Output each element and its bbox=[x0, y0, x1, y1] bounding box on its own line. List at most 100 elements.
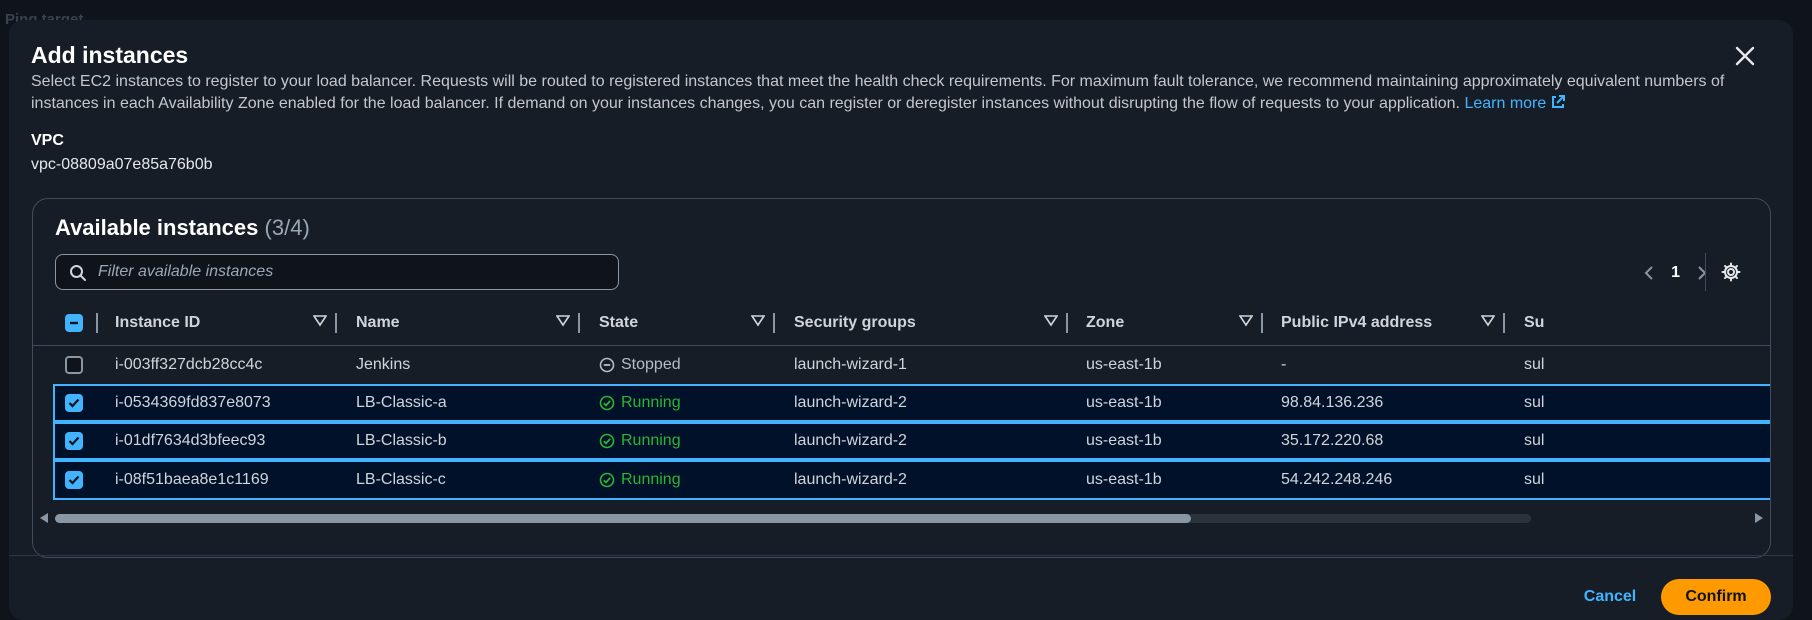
ipv4-cell: - bbox=[1281, 356, 1287, 373]
row-select-cell bbox=[65, 424, 83, 458]
col-name[interactable]: Name bbox=[356, 300, 400, 346]
checkmark-icon bbox=[68, 436, 80, 446]
row-checkbox[interactable] bbox=[65, 471, 83, 489]
scroll-right-icon[interactable] bbox=[1754, 512, 1764, 524]
zone-cell: us-east-1b bbox=[1086, 356, 1162, 373]
check-circle-icon bbox=[599, 433, 615, 449]
subnet-cell: sul bbox=[1524, 432, 1545, 449]
next-page-button[interactable] bbox=[1694, 261, 1710, 285]
sort-caret-icon[interactable] bbox=[556, 315, 570, 327]
table-row[interactable]: i-08f51baea8e1c1169 LB-Classic-c Running… bbox=[53, 460, 1770, 500]
instance-id-cell: i-003ff327dcb28cc4c bbox=[115, 356, 263, 373]
sort-caret-icon[interactable] bbox=[1481, 315, 1495, 327]
row-select-cell bbox=[65, 346, 83, 384]
col-instance-id[interactable]: Instance ID bbox=[115, 300, 200, 346]
state-label: Running bbox=[621, 394, 681, 411]
column-divider[interactable] bbox=[1261, 313, 1263, 333]
modal-title: Add instances bbox=[31, 42, 189, 68]
chevron-left-icon bbox=[1644, 266, 1653, 280]
row-checkbox[interactable] bbox=[65, 394, 83, 412]
name-cell: LB-Classic-a bbox=[356, 394, 447, 411]
table-row[interactable]: i-01df7634d3bfeec93 LB-Classic-b Running… bbox=[53, 422, 1770, 460]
name-cell: Jenkins bbox=[356, 356, 411, 373]
ipv4-cell: 54.242.248.246 bbox=[1281, 471, 1393, 488]
column-divider[interactable] bbox=[578, 313, 580, 333]
close-icon bbox=[1735, 46, 1755, 66]
state-cell: Running bbox=[599, 424, 681, 458]
ipv4-cell: 98.84.136.236 bbox=[1281, 394, 1384, 411]
row-select-cell bbox=[65, 386, 83, 420]
sort-caret-icon[interactable] bbox=[751, 315, 765, 327]
scroll-left-icon[interactable] bbox=[39, 512, 49, 524]
subnet-cell: sul bbox=[1524, 356, 1545, 373]
name-cell: LB-Classic-b bbox=[356, 432, 447, 449]
cancel-button[interactable]: Cancel bbox=[1565, 579, 1655, 615]
add-instances-modal: Add instances Select EC2 instances to re… bbox=[9, 20, 1793, 620]
zone-cell: us-east-1b bbox=[1086, 432, 1162, 449]
preferences-button[interactable] bbox=[1718, 259, 1744, 285]
column-divider[interactable] bbox=[1503, 313, 1505, 333]
state-label: Stopped bbox=[621, 356, 681, 373]
name-cell: LB-Classic-c bbox=[356, 471, 446, 488]
state-cell: Running bbox=[599, 386, 681, 420]
state-label: Running bbox=[621, 432, 681, 449]
check-circle-icon bbox=[599, 395, 615, 411]
vpc-value: vpc-08809a07e85a76b0b bbox=[31, 156, 213, 173]
security-group-cell: launch-wizard-2 bbox=[794, 471, 907, 488]
table-count: (3/4) bbox=[264, 215, 310, 240]
select-all-checkbox[interactable] bbox=[65, 314, 83, 332]
row-checkbox[interactable] bbox=[65, 432, 83, 450]
state-cell: Stopped bbox=[599, 346, 681, 384]
security-group-cell: launch-wizard-2 bbox=[794, 432, 907, 449]
table-row[interactable]: i-0534369fd837e8073 LB-Classic-a Running… bbox=[53, 384, 1770, 422]
sort-caret-icon[interactable] bbox=[313, 315, 327, 327]
column-divider[interactable] bbox=[1066, 313, 1068, 333]
table-header: Instance ID Name State Security groups Z… bbox=[33, 300, 1770, 346]
security-group-cell: launch-wizard-2 bbox=[794, 394, 907, 411]
stop-circle-icon bbox=[599, 357, 615, 373]
col-security-groups[interactable]: Security groups bbox=[794, 300, 916, 346]
table-title-text: Available instances bbox=[55, 215, 259, 240]
column-divider[interactable] bbox=[335, 313, 337, 333]
instance-id-cell: i-01df7634d3bfeec93 bbox=[115, 432, 266, 449]
available-instances-table: Available instances (3/4) 1 bbox=[32, 198, 1771, 558]
select-all-cell bbox=[65, 300, 83, 346]
instances-grid: Instance ID Name State Security groups Z… bbox=[33, 300, 1770, 500]
learn-more-link[interactable]: Learn more bbox=[1464, 95, 1566, 112]
subnet-cell: sul bbox=[1524, 471, 1545, 488]
horizontal-scrollbar[interactable] bbox=[33, 509, 1770, 527]
subnet-cell: sul bbox=[1524, 394, 1545, 411]
close-button[interactable] bbox=[1727, 38, 1763, 74]
modal-description: Select EC2 instances to register to your… bbox=[31, 71, 1741, 115]
col-subnet[interactable]: Su bbox=[1524, 300, 1544, 346]
column-divider bbox=[96, 313, 98, 333]
gear-icon bbox=[1721, 262, 1741, 282]
col-public-ipv4[interactable]: Public IPv4 address bbox=[1281, 300, 1432, 346]
previous-page-button[interactable] bbox=[1641, 261, 1657, 285]
state-label: Running bbox=[621, 471, 681, 488]
scrollbar-thumb[interactable] bbox=[55, 514, 1191, 523]
filter-input[interactable] bbox=[96, 255, 606, 289]
pager-divider bbox=[1705, 253, 1706, 291]
check-circle-icon bbox=[599, 472, 615, 488]
current-page[interactable]: 1 bbox=[1671, 264, 1680, 282]
row-select-cell bbox=[65, 462, 83, 498]
security-group-cell: launch-wizard-1 bbox=[794, 356, 907, 373]
ipv4-cell: 35.172.220.68 bbox=[1281, 432, 1384, 449]
instance-id-cell: i-0534369fd837e8073 bbox=[115, 394, 271, 411]
learn-more-label: Learn more bbox=[1464, 95, 1547, 112]
row-checkbox[interactable] bbox=[65, 356, 83, 374]
col-zone[interactable]: Zone bbox=[1086, 300, 1124, 346]
checkmark-icon bbox=[68, 398, 80, 408]
sort-caret-icon[interactable] bbox=[1044, 315, 1058, 327]
search-icon bbox=[70, 265, 86, 281]
table-row[interactable]: i-003ff327dcb28cc4c Jenkins Stopped laun… bbox=[33, 346, 1770, 384]
pagination: 1 bbox=[1641, 259, 1710, 287]
filter-box bbox=[55, 254, 619, 290]
sort-caret-icon[interactable] bbox=[1239, 315, 1253, 327]
confirm-button[interactable]: Confirm bbox=[1661, 579, 1771, 615]
column-divider[interactable] bbox=[773, 313, 775, 333]
col-state[interactable]: State bbox=[599, 300, 638, 346]
instance-id-cell: i-08f51baea8e1c1169 bbox=[115, 471, 269, 488]
vpc-label: VPC bbox=[31, 132, 64, 149]
